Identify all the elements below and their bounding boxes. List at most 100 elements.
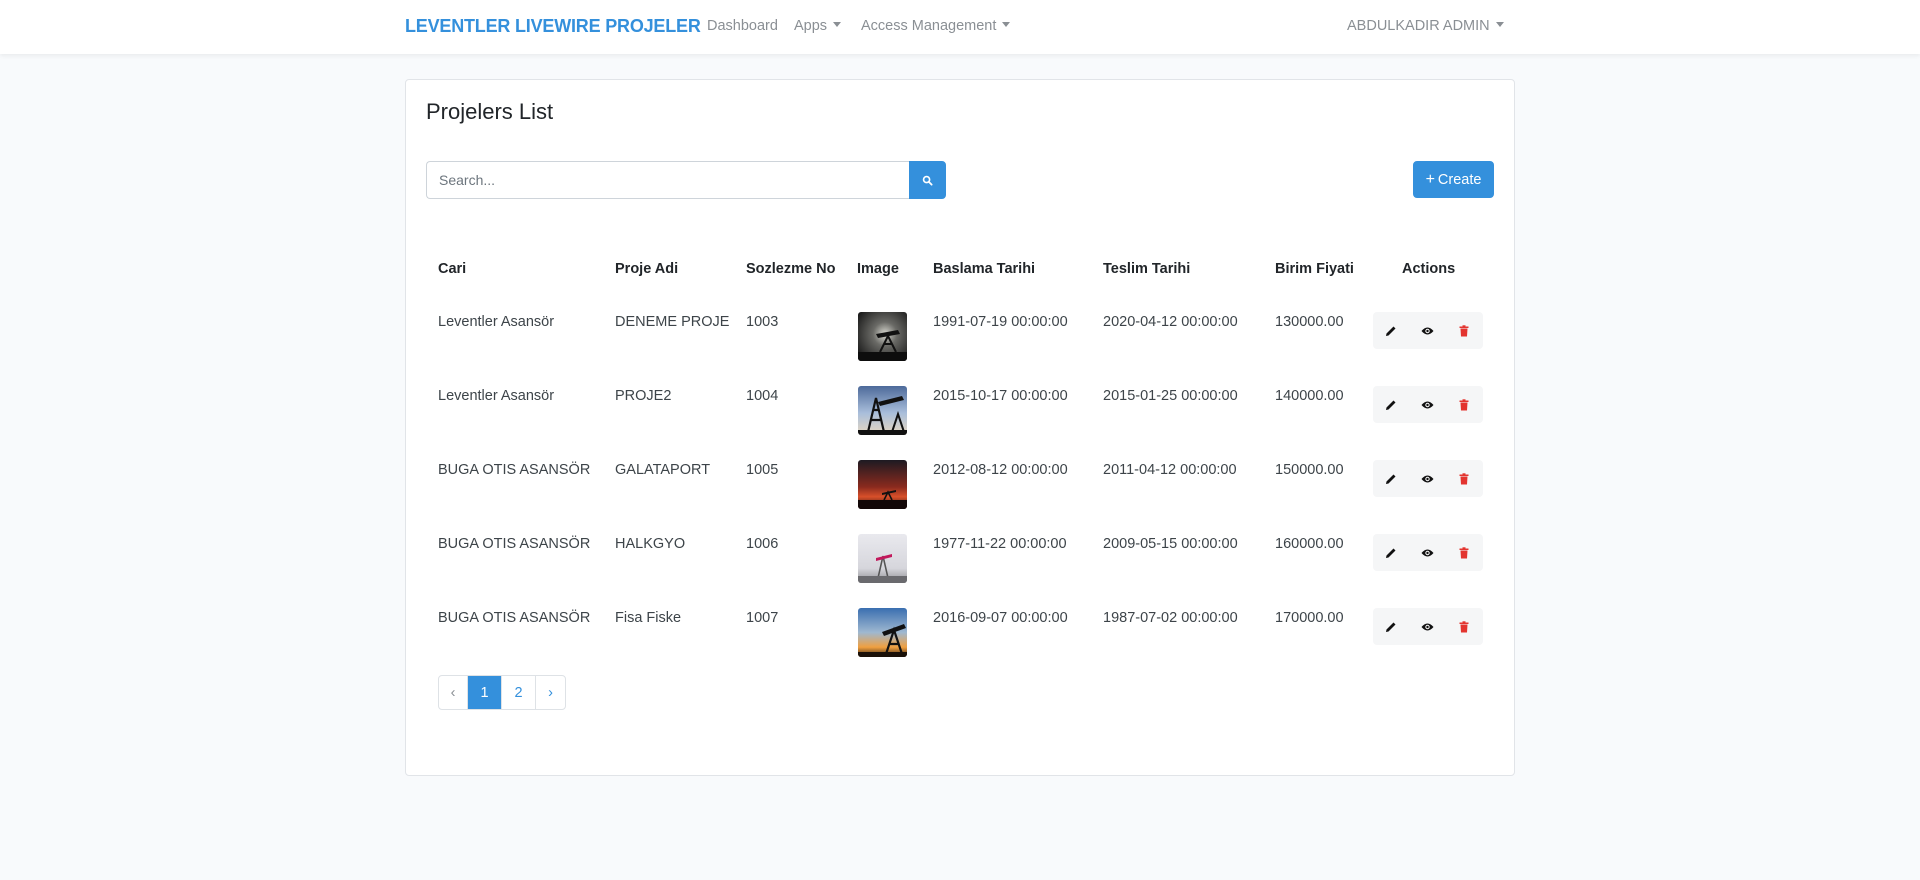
header-birim-fiyati: Birim Fiyati	[1275, 261, 1354, 277]
create-button-label: Create	[1437, 171, 1482, 188]
view-button[interactable]	[1410, 608, 1447, 645]
table-row: BUGA OTIS ASANSÖR HALKGYO 1006 1977-11-2…	[406, 522, 1516, 596]
eye-icon	[1421, 401, 1434, 408]
pagination: ‹ 1 2 ›	[438, 675, 566, 710]
delete-button[interactable]	[1446, 312, 1483, 349]
edit-button[interactable]	[1373, 386, 1410, 423]
cell-birim-fiyati: 170000.00	[1275, 610, 1344, 626]
pagination-prev[interactable]: ‹	[439, 676, 468, 709]
project-thumbnail	[858, 460, 907, 509]
cell-birim-fiyati: 160000.00	[1275, 536, 1344, 552]
cell-proje-adi: GALATAPORT	[615, 462, 711, 478]
view-button[interactable]	[1410, 534, 1447, 571]
project-thumbnail	[858, 534, 907, 583]
header-baslama-tarihi: Baslama Tarihi	[933, 261, 1036, 277]
trash-icon	[1459, 398, 1469, 410]
cell-teslim-tarihi: 1987-07-02 00:00:00	[1103, 610, 1238, 626]
cell-sozlezme-no: 1004	[746, 388, 779, 404]
nav-dashboard-link[interactable]: Dashboard	[707, 18, 778, 34]
cell-baslama-tarihi: 2015-10-17 00:00:00	[933, 388, 1068, 404]
pencil-icon	[1386, 548, 1396, 558]
cell-baslama-tarihi: 1991-07-19 00:00:00	[933, 314, 1068, 330]
pencil-icon	[1386, 400, 1396, 410]
cell-birim-fiyati: 140000.00	[1275, 388, 1344, 404]
user-menu-dropdown[interactable]: ABDULKADIR ADMIN	[1347, 18, 1504, 34]
trash-icon	[1459, 620, 1469, 632]
caret-down-icon	[1002, 22, 1011, 27]
cell-teslim-tarihi: 2011-04-12 00:00:00	[1103, 462, 1237, 478]
create-button[interactable]: + Create	[1413, 161, 1494, 198]
edit-button[interactable]	[1373, 312, 1410, 349]
view-button[interactable]	[1410, 312, 1447, 349]
user-name: ABDULKADIR ADMIN	[1347, 18, 1490, 34]
search-button[interactable]	[909, 161, 946, 199]
project-thumbnail	[858, 608, 907, 657]
row-actions	[1373, 608, 1483, 645]
cell-proje-adi: HALKGYO	[615, 536, 686, 552]
top-navbar: LEVENTLER LIVEWIRE PROJELER Dashboard Ap…	[0, 0, 1920, 54]
cell-birim-fiyati: 150000.00	[1275, 462, 1344, 478]
pencil-icon	[1386, 326, 1396, 336]
row-actions	[1373, 312, 1483, 349]
table-row: BUGA OTIS ASANSÖR GALATAPORT 1005 2012-0…	[406, 448, 1516, 522]
header-image: Image	[857, 261, 899, 277]
cell-baslama-tarihi: 1977-11-22 00:00:00	[933, 536, 1067, 552]
cell-baslama-tarihi: 2012-08-12 00:00:00	[933, 462, 1068, 478]
edit-button[interactable]	[1373, 460, 1410, 497]
pencil-icon	[1386, 622, 1396, 632]
delete-button[interactable]	[1446, 460, 1483, 497]
edit-button[interactable]	[1373, 534, 1410, 571]
eye-icon	[1421, 549, 1434, 556]
view-button[interactable]	[1410, 386, 1447, 423]
caret-down-icon	[1495, 22, 1504, 27]
cell-proje-adi: PROJE2	[615, 388, 672, 404]
pagination-next[interactable]: ›	[536, 676, 565, 709]
nav-access-management-dropdown[interactable]: Access Management	[861, 18, 1011, 34]
eye-icon	[1421, 475, 1434, 482]
pagination-page-1[interactable]: 1	[468, 676, 502, 709]
cell-sozlezme-no: 1006	[746, 536, 779, 552]
table-row: BUGA OTIS ASANSÖR Fisa Fiske 1007 2016-0…	[406, 596, 1516, 670]
table-row: Leventler Asansör PROJE2 1004 2015-10-17…	[406, 374, 1516, 448]
page-title: Projelers List	[426, 99, 554, 124]
brand-logo[interactable]: LEVENTLER LIVEWIRE PROJELER	[405, 16, 701, 37]
cell-teslim-tarihi: 2009-05-15 00:00:00	[1103, 536, 1238, 552]
cell-cari: Leventler Asansör	[438, 314, 555, 330]
edit-button[interactable]	[1373, 608, 1410, 645]
delete-button[interactable]	[1446, 386, 1483, 423]
cell-baslama-tarihi: 2016-09-07 00:00:00	[933, 610, 1068, 626]
row-actions	[1373, 534, 1483, 571]
cell-cari: Leventler Asansör	[438, 388, 555, 404]
header-proje-adi: Proje Adi	[615, 261, 679, 277]
cell-sozlezme-no: 1003	[746, 314, 779, 330]
cell-teslim-tarihi: 2020-04-12 00:00:00	[1103, 314, 1238, 330]
header-teslim-tarihi: Teslim Tarihi	[1103, 261, 1191, 277]
cell-birim-fiyati: 130000.00	[1275, 314, 1344, 330]
delete-button[interactable]	[1446, 608, 1483, 645]
header-cari: Cari	[438, 261, 467, 277]
search-input[interactable]	[426, 161, 909, 199]
project-thumbnail	[858, 386, 907, 435]
cell-cari: BUGA OTIS ASANSÖR	[438, 462, 591, 478]
search-icon	[922, 175, 933, 186]
nav-apps-dropdown[interactable]: Apps	[794, 18, 842, 34]
pagination-page-2[interactable]: 2	[502, 676, 536, 709]
cell-sozlezme-no: 1005	[746, 462, 779, 478]
trash-icon	[1459, 546, 1469, 558]
cell-cari: BUGA OTIS ASANSÖR	[438, 610, 591, 626]
trash-icon	[1459, 472, 1469, 484]
cell-cari: BUGA OTIS ASANSÖR	[438, 536, 591, 552]
view-button[interactable]	[1410, 460, 1447, 497]
pencil-icon	[1386, 474, 1396, 484]
delete-button[interactable]	[1446, 534, 1483, 571]
header-actions: Actions	[1402, 261, 1456, 277]
cell-teslim-tarihi: 2015-01-25 00:00:00	[1103, 388, 1238, 404]
cell-proje-adi: Fisa Fiske	[615, 610, 682, 626]
projects-card: Projelers List +Create Cari Proje Adi So…	[405, 79, 1515, 776]
nav-dashboard-label: Dashboard	[707, 18, 778, 34]
row-actions	[1373, 460, 1483, 497]
eye-icon	[1421, 623, 1434, 630]
header-sozlezme-no: Sozlezme No	[746, 261, 836, 277]
trash-icon	[1459, 324, 1469, 336]
cell-proje-adi: DENEME PROJE	[615, 314, 730, 330]
